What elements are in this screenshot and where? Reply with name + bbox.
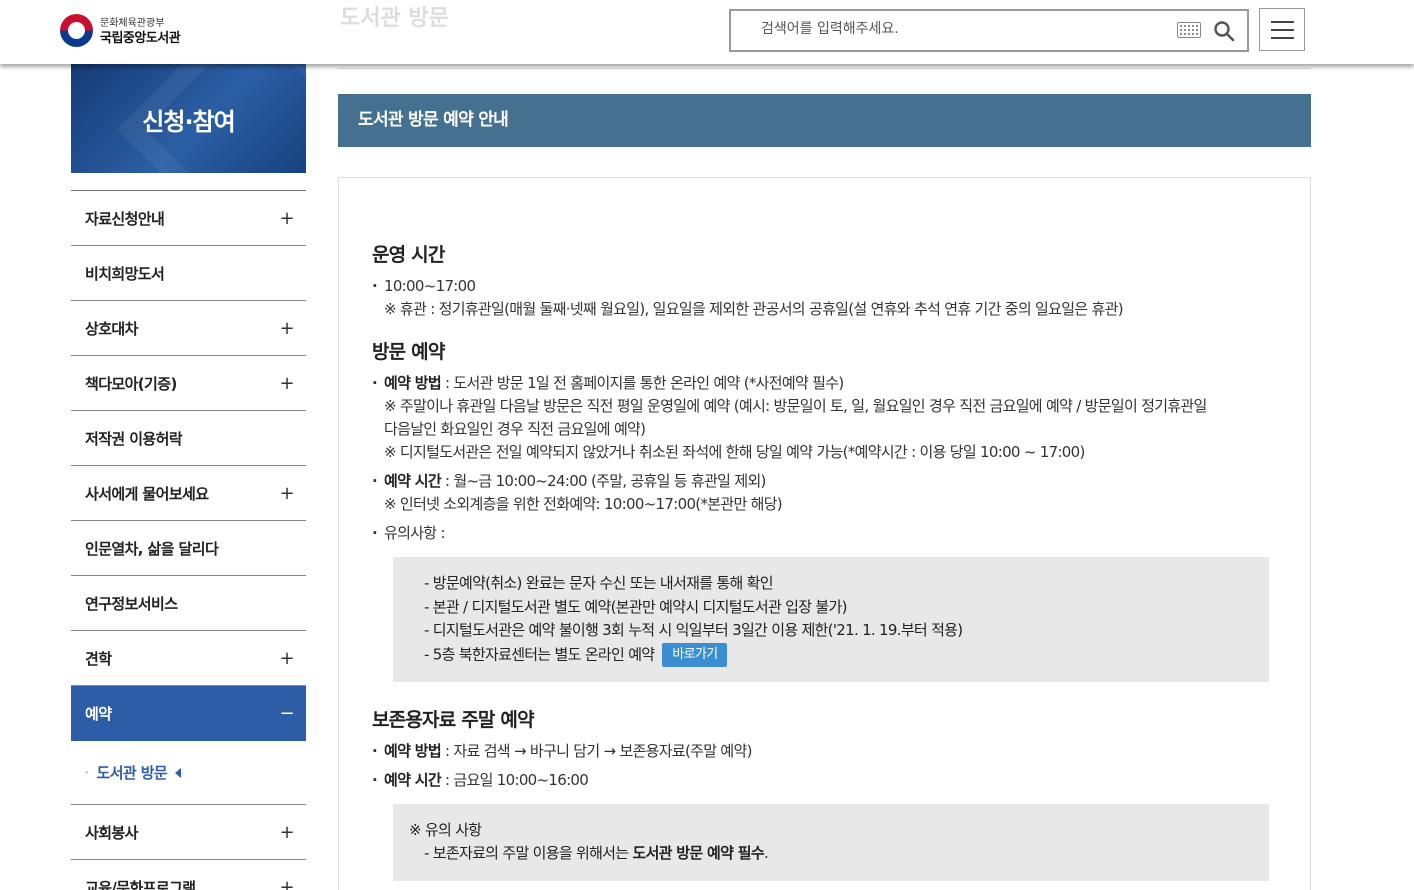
visit-time-text: : 월~금 10:00~24:00 (주말, 공휴일 등 휴관일 제외) [440, 472, 766, 490]
sidebar-item-label: 교육/문화프로그램 [85, 878, 196, 890]
preserve-section: 보존용자료 주말 예약 예약 방법 : 자료 검색 → 바구니 담기 → 보존용… [372, 705, 1282, 881]
preserve-method: 예약 방법 : 자료 검색 → 바구니 담기 → 보존용자료(주말 예약) [372, 740, 1282, 763]
expand-plus-icon[interactable]: + [280, 373, 295, 394]
sidebar-item-label: 견학 [85, 649, 112, 668]
preserve-time-label: 예약 시간 [384, 770, 442, 789]
caution-item: - 방문예약(취소) 완료는 문자 수신 또는 내서재를 통해 확인 [424, 574, 774, 592]
preserve-note-suffix: . [763, 844, 769, 862]
preserve-method-text: : 자료 검색 → 바구니 담기 → 보존용자료(주말 예약) [440, 741, 752, 760]
preserve-heading: 보존용자료 주말 예약 [372, 708, 535, 731]
preserve-note-prefix: - 보존자료의 주말 이용을 위해서는 [424, 844, 633, 862]
sidebar-subitem-label: 도서관 방문 [96, 764, 168, 782]
search-input[interactable] [761, 21, 1161, 37]
caution-item: - 5층 북한자료센터는 별도 온라인 예약 [424, 645, 655, 663]
sidebar-item-wish-book[interactable]: 비치희망도서 [71, 246, 306, 301]
sidebar-item-donation[interactable]: 책다모아(기증) + [71, 356, 306, 411]
sidebar-item-label: 책다모아(기증) [85, 374, 177, 393]
hours-section: 운영 시간 10:00~17:00 ※ 휴관 : 정기휴관일(매월 둘째·넷째 … [372, 240, 1282, 321]
visit-caution-box: - 방문예약(취소) 완료는 문자 수신 또는 내서재를 통해 확인 - 본관 … [393, 557, 1269, 682]
menu-bar-icon [1271, 37, 1294, 39]
title-divider [338, 68, 1311, 69]
preserve-note-title: ※ 유의 사항 [409, 820, 482, 839]
sidebar-item-label: 자료신청안내 [85, 209, 165, 228]
caution-item-with-link: - 5층 북한자료센터는 별도 온라인 예약 바로가기 [424, 642, 1269, 667]
sidebar-item-label: 상호대차 [85, 319, 138, 338]
visit-time: 예약 시간 : 월~금 10:00~24:00 (주말, 공휴일 등 휴관일 제… [372, 470, 1282, 493]
virtual-keyboard-icon[interactable] [1177, 22, 1201, 38]
visit-method: 예약 방법 : 도서관 방문 1일 전 홈페이지를 통한 온라인 예약 (*사전… [372, 372, 1282, 395]
expand-plus-icon[interactable]: + [280, 822, 295, 843]
visit-method-note-2: ※ 디지털도서관은 전일 예약되지 않았거나 취소된 좌석에 한해 당일 예약 … [384, 443, 1085, 461]
preserve-note-line: - 보존자료의 주말 이용을 위해서는 도서관 방문 예약 필수. [409, 842, 1269, 866]
sidebar-item-ask-librarian[interactable]: 사서에게 물어보세요 + [71, 466, 306, 521]
sidebar-item-label: 인문열차, 삶을 달리다 [85, 539, 219, 558]
sidebar-header: 신청·참여 [71, 64, 306, 173]
visit-method-text: : 도서관 방문 1일 전 홈페이지를 통한 온라인 예약 (*사전예약 필수) [440, 374, 844, 392]
sidebar-item-volunteer[interactable]: 사회봉사 + [71, 805, 306, 860]
menu-bar-icon [1271, 21, 1294, 23]
go-shortcut-button[interactable]: 바로가기 [662, 642, 728, 667]
page-title-ghost: 도서관 방문 [340, 6, 449, 31]
sidebar-title: 신청·참여 [142, 108, 235, 136]
hours-time: 10:00~17:00 [372, 275, 1282, 298]
sidebar-item-tour[interactable]: 견학 + [71, 631, 306, 686]
expand-plus-icon[interactable]: + [280, 483, 295, 504]
visit-heading: 방문 예약 [372, 341, 445, 363]
logo-library-name: 국립중앙도서관 [100, 31, 181, 46]
caution-item: - 본관 / 디지털도서관 별도 예약(본관만 예약시 디지털도서관 입장 불가… [424, 597, 847, 616]
sidebar-item-label: 사서에게 물어보세요 [85, 484, 209, 503]
sidebar-item-material-request[interactable]: 자료신청안내 + [71, 191, 306, 246]
visit-section: 방문 예약 예약 방법 : 도서관 방문 1일 전 홈페이지를 통한 온라인 예… [372, 337, 1282, 682]
sidebar-nav: 자료신청안내 + 비치희망도서 상호대차 + 책다모아(기증) + 저작권 이용허락 … [71, 190, 306, 890]
caution-item: - 디지털도서관은 예약 불이행 3회 누적 시 익일부터 3일간 이용 제한(… [424, 621, 963, 639]
visit-time-label: 예약 시간 [384, 472, 442, 490]
expand-plus-icon[interactable]: + [280, 208, 295, 229]
sidebar-subitem-library-visit[interactable]: · 도서관 방문 [71, 741, 306, 805]
visit-caution-label: 유의사항 : [372, 522, 1282, 545]
bullet-dot-icon: · [85, 766, 89, 779]
sidebar-item-humanities-train[interactable]: 인문열차, 삶을 달리다 [71, 521, 306, 576]
visit-method-label: 예약 방법 [384, 374, 442, 392]
content-body: 운영 시간 10:00~17:00 ※ 휴관 : 정기휴관일(매월 둘째·넷째 … [372, 240, 1282, 881]
visit-method-note-1: ※ 주말이나 휴관일 다음날 방문은 직전 평일 운영일에 예약 (예시: 방문… [384, 397, 1207, 415]
preserve-note-box: ※ 유의 사항 - 보존자료의 주말 이용을 위해서는 도서관 방문 예약 필수… [393, 803, 1269, 881]
expand-plus-icon[interactable]: + [280, 318, 295, 339]
sidebar-item-label: 저작권 이용허락 [85, 429, 183, 448]
search-box [729, 9, 1249, 52]
taegeuk-emblem-icon [60, 14, 93, 47]
visit-time-note: ※ 인터넷 소외계층을 위한 전화예약: 10:00~17:00(*본관만 해당… [384, 495, 783, 513]
hours-note: ※ 휴관 : 정기휴관일(매월 둘째·넷째 월요일), 일요일을 제외한 관공서… [384, 300, 1124, 318]
section-title-bar: 도서관 방문 예약 안내 [338, 94, 1311, 147]
hamburger-menu-button[interactable] [1259, 8, 1305, 51]
visit-method-note-1b: 다음날인 화요일인 경우 직전 금요일에 예약) [384, 420, 646, 438]
sidebar-item-copyright[interactable]: 저작권 이용허락 [71, 411, 306, 466]
collapse-minus-icon[interactable]: − [280, 703, 295, 724]
preserve-note-bold: 도서관 방문 예약 필수 [632, 844, 764, 862]
expand-plus-icon[interactable]: + [280, 648, 295, 669]
sidebar-item-label: 연구정보서비스 [85, 594, 178, 613]
content-panel: 운영 시간 10:00~17:00 ※ 휴관 : 정기휴관일(매월 둘째·넷째 … [338, 177, 1311, 890]
sidebar-item-interlibrary-loan[interactable]: 상호대차 + [71, 301, 306, 356]
sidebar-item-label: 사회봉사 [85, 823, 138, 842]
preserve-method-label: 예약 방법 [384, 741, 442, 760]
sidebar-item-label: 비치희망도서 [85, 264, 165, 283]
sidebar-item-reservation[interactable]: 예약 − [71, 686, 306, 741]
current-page-arrow-icon [175, 767, 182, 778]
site-header: 문화체육관광부 국립중앙도서관 도서관 방문 [0, 0, 1414, 64]
preserve-time: 예약 시간 : 금요일 10:00~16:00 [372, 769, 1282, 792]
sidebar-item-label: 예약 [85, 705, 112, 723]
search-icon[interactable] [1213, 20, 1235, 42]
sidebar-item-research-info[interactable]: 연구정보서비스 [71, 576, 306, 631]
menu-bar-icon [1271, 29, 1294, 31]
expand-plus-icon[interactable]: + [280, 877, 295, 890]
hours-heading: 운영 시간 [372, 244, 445, 266]
site-logo[interactable]: 문화체육관광부 국립중앙도서관 [60, 12, 200, 48]
preserve-time-text: : 금요일 10:00~16:00 [440, 770, 589, 789]
sidebar-item-education[interactable]: 교육/문화프로그램 + [71, 860, 306, 890]
